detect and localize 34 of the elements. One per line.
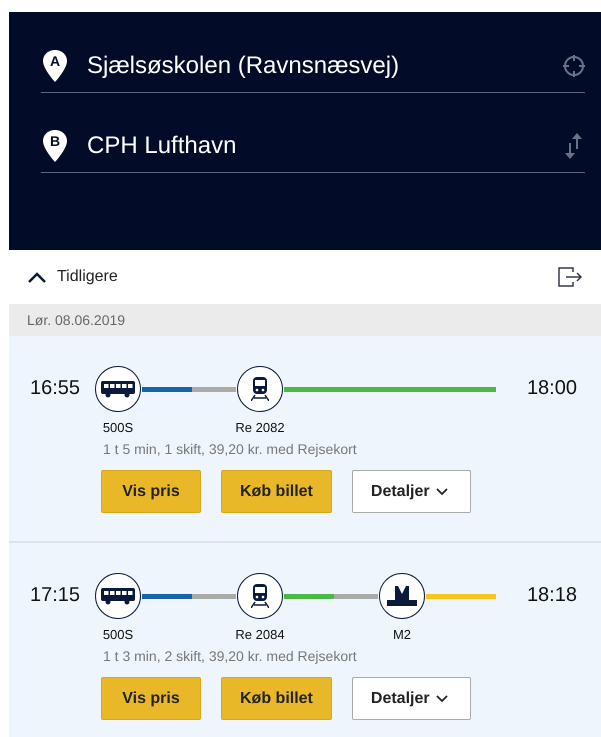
action-button[interactable]: Vis pris: [101, 470, 201, 513]
action-button[interactable]: Køb billet: [221, 677, 332, 720]
date-bar: Lør. 08.06.2019: [9, 304, 601, 336]
line-label: Re 2082: [235, 420, 285, 435]
bus-icon: [101, 380, 135, 398]
to-field[interactable]: B CPH Lufthavn: [41, 120, 585, 173]
chevron-down-icon: [436, 694, 448, 702]
details-button[interactable]: Detaljer: [352, 470, 471, 513]
details-button[interactable]: Detaljer: [352, 677, 471, 720]
trip-summary: 1 t 3 min, 2 skift, 39,20 kr. med Rejsekort: [103, 648, 358, 664]
line-label: 500S: [102, 420, 134, 435]
train-icon: [251, 584, 269, 608]
metro-icon: [387, 584, 417, 608]
departure-time: 17:15: [30, 584, 82, 607]
line-label: M2: [392, 627, 412, 642]
bus-icon: [101, 587, 135, 605]
line-label: 500S: [102, 627, 134, 642]
swap-icon[interactable]: [563, 133, 585, 159]
train-icon: [251, 377, 269, 401]
export-icon[interactable]: [557, 266, 583, 288]
arrival-time: 18:18: [526, 584, 577, 607]
crosshair-icon[interactable]: [563, 55, 585, 77]
chevron-down-icon: [436, 488, 448, 496]
arrival-time: 18:00: [526, 377, 577, 400]
departure-time: 16:55: [30, 377, 82, 400]
action-button[interactable]: Vis pris: [101, 677, 201, 720]
chevron-up-icon: [27, 271, 47, 283]
pin-icon: B: [43, 130, 67, 162]
from-field[interactable]: A Sjælsøskolen (Ravnsnæsvej): [41, 40, 585, 93]
line-label: Re 2084: [235, 627, 285, 642]
earlier-button[interactable]: Tidligere: [27, 268, 118, 286]
action-button[interactable]: Køb billet: [221, 470, 332, 513]
pin-icon: A: [43, 50, 67, 82]
trip-summary: 1 t 5 min, 1 skift, 39,20 kr. med Rejsekort: [103, 441, 358, 457]
